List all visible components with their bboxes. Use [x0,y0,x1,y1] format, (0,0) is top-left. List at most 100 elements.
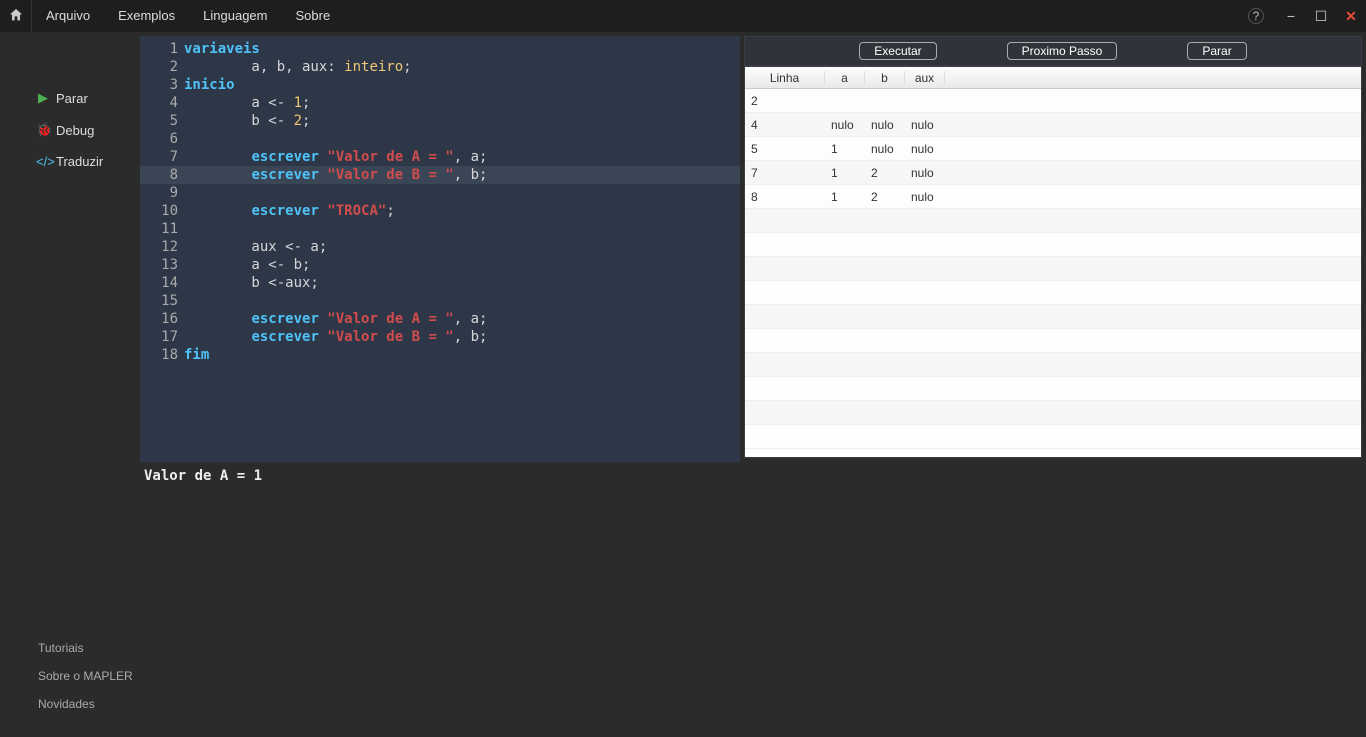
gutter-number: 8 [154,166,184,184]
proximo-passo-button[interactable]: Proximo Passo [1007,42,1118,60]
titlebar: ArquivoExemplosLinguagemSobre ? − ☐ ✕ [0,0,1366,32]
gutter-marker [140,274,154,292]
cell-aux: nulo [905,166,945,180]
col-aux[interactable]: aux [905,71,945,85]
console-line: Valor de A = 1 [144,468,262,484]
help-button[interactable]: ? [1248,8,1264,24]
sidebar-label-debug: Debug [56,123,94,138]
gutter-marker [140,130,154,148]
cell-aux: nulo [905,190,945,204]
code-line[interactable]: 2 a, b, aux: inteiro; [140,58,740,76]
sidebar-item-traduzir[interactable]: </> Traduzir [0,146,140,177]
cell-linha: 4 [745,118,825,132]
gutter-number: 1 [154,40,184,58]
home-icon [8,7,24,26]
minimize-icon: − [1287,8,1295,24]
col-a[interactable]: a [825,71,865,85]
code-area[interactable]: 1variaveis2 a, b, aux: inteiro;3inicio4 … [140,36,740,364]
gutter-marker [140,148,154,166]
cell-b: 2 [865,190,905,204]
code-content: escrever "Valor de A = ", a; [184,310,487,328]
table-row-empty [745,305,1361,329]
close-button[interactable]: ✕ [1336,0,1366,32]
code-line[interactable]: 18fim [140,346,740,364]
bottom-link[interactable]: Sobre o MAPLER [38,669,133,683]
bottom-link[interactable]: Novidades [38,697,133,711]
parar-button[interactable]: Parar [1187,42,1246,60]
minimize-button[interactable]: − [1276,0,1306,32]
menu-item-exemplos[interactable]: Exemplos [104,0,189,32]
code-line[interactable]: 1variaveis [140,40,740,58]
table-row[interactable]: 812nulo [745,185,1361,209]
table-row-empty [745,377,1361,401]
sidebar-item-parar[interactable]: ▶ Parar [0,82,140,114]
code-line[interactable]: 10 escrever "TROCA"; [140,202,740,220]
code-line[interactable]: 3inicio [140,76,740,94]
menu-item-sobre[interactable]: Sobre [281,0,344,32]
sidebar-label-traduzir: Traduzir [56,154,103,169]
table-row[interactable]: 4nulonulonulo [745,113,1361,137]
code-content: escrever "TROCA"; [184,202,395,220]
table-row-empty [745,401,1361,425]
debug-pane: Executar Proximo Passo Parar Linha a b a… [744,36,1362,462]
gutter-number: 13 [154,256,184,274]
gutter-number: 16 [154,310,184,328]
cell-aux: nulo [905,118,945,132]
code-content: escrever "Valor de A = ", a; [184,148,487,166]
gutter-marker [140,184,154,202]
code-line[interactable]: 8 escrever "Valor de B = ", b; [140,166,740,184]
maximize-icon: ☐ [1315,8,1328,25]
gutter-marker [140,202,154,220]
menu-item-arquivo[interactable]: Arquivo [32,0,104,32]
bottom-link[interactable]: Tutoriais [38,641,133,655]
close-icon: ✕ [1345,8,1357,25]
menubar: ArquivoExemplosLinguagemSobre [32,0,344,32]
code-line[interactable]: 11 [140,220,740,238]
sidebar-item-debug[interactable]: 🐞 Debug [0,114,140,146]
home-button[interactable] [0,0,32,32]
table-row[interactable]: 712nulo [745,161,1361,185]
debug-table-header: Linha a b aux [745,67,1361,89]
table-row-empty [745,329,1361,353]
cell-linha: 7 [745,166,825,180]
code-line[interactable]: 16 escrever "Valor de A = ", a; [140,310,740,328]
table-row[interactable]: 51nulonulo [745,137,1361,161]
cell-b: nulo [865,142,905,156]
gutter-number: 5 [154,112,184,130]
code-line[interactable]: 7 escrever "Valor de A = ", a; [140,148,740,166]
code-content: variaveis [184,40,260,58]
code-line[interactable]: 15 [140,292,740,310]
gutter-number: 9 [154,184,184,202]
menu-item-linguagem[interactable]: Linguagem [189,0,281,32]
code-line[interactable]: 17 escrever "Valor de B = ", b; [140,328,740,346]
console-output: Valor de A = 1 [140,462,1366,490]
cell-aux: nulo [905,142,945,156]
cell-linha: 5 [745,142,825,156]
code-line[interactable]: 14 b <-aux; [140,274,740,292]
code-content: inicio [184,76,235,94]
code-line[interactable]: 6 [140,130,740,148]
table-row-empty [745,353,1361,377]
code-line[interactable]: 12 aux <- a; [140,238,740,256]
cell-linha: 8 [745,190,825,204]
col-b[interactable]: b [865,71,905,85]
col-linha[interactable]: Linha [745,71,825,85]
gutter-number: 6 [154,130,184,148]
code-line[interactable]: 4 a <- 1; [140,94,740,112]
code-line[interactable]: 5 b <- 2; [140,112,740,130]
gutter-number: 4 [154,94,184,112]
code-content: fim [184,346,209,364]
gutter-number: 2 [154,58,184,76]
executar-button[interactable]: Executar [859,42,936,60]
gutter-number: 11 [154,220,184,238]
editor-pane[interactable]: 1variaveis2 a, b, aux: inteiro;3inicio4 … [140,36,740,462]
gutter-marker [140,112,154,130]
play-icon: ▶ [36,90,50,106]
gutter-marker [140,220,154,238]
code-line[interactable]: 13 a <- b; [140,256,740,274]
table-row[interactable]: 2 [745,89,1361,113]
code-content: aux <- a; [184,238,327,256]
cell-a: 1 [825,190,865,204]
maximize-button[interactable]: ☐ [1306,0,1336,32]
code-line[interactable]: 9 [140,184,740,202]
